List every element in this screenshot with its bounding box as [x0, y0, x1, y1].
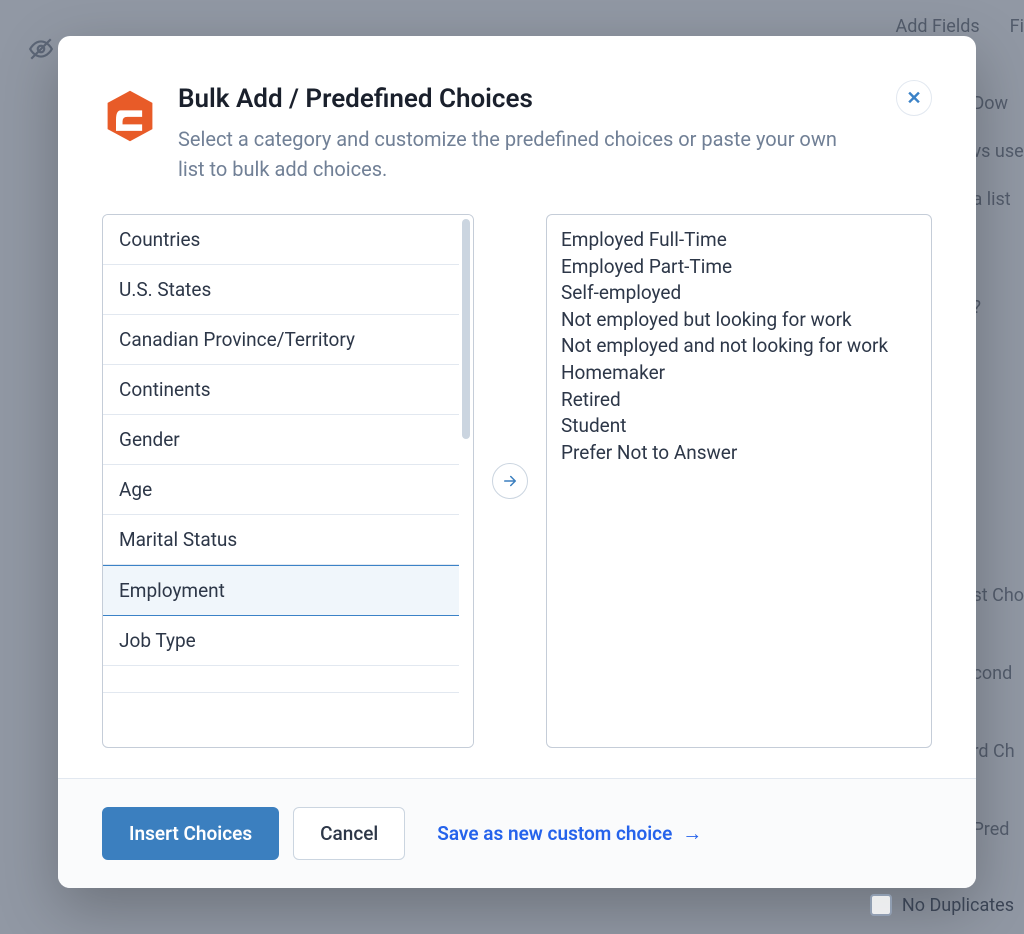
category-item[interactable]: Continents	[103, 365, 459, 415]
modal-body: CountriesU.S. StatesCanadian Province/Te…	[58, 184, 976, 778]
cancel-button[interactable]: Cancel	[293, 807, 405, 860]
category-list[interactable]: CountriesU.S. StatesCanadian Province/Te…	[103, 215, 459, 747]
category-item[interactable]: Marital Status	[103, 515, 459, 565]
save-custom-choice-link[interactable]: Save as new custom choice →	[437, 821, 702, 846]
insert-choices-button[interactable]: Insert Choices	[102, 807, 279, 860]
category-item[interactable]: Age	[103, 465, 459, 515]
close-icon: ✕	[906, 88, 921, 109]
category-list-panel: CountriesU.S. StatesCanadian Province/Te…	[102, 214, 474, 748]
category-scrollbar[interactable]	[459, 215, 473, 747]
close-button[interactable]: ✕	[896, 80, 932, 116]
category-item[interactable]	[103, 666, 459, 693]
category-item[interactable]: Gender	[103, 415, 459, 465]
bulk-add-modal: Bulk Add / Predefined Choices Select a c…	[58, 36, 976, 888]
checkbox-icon	[870, 894, 892, 916]
category-item[interactable]: Employment	[103, 565, 459, 616]
arrow-right-icon: →	[682, 821, 702, 846]
bg-no-duplicates: No Duplicates	[870, 894, 1014, 916]
modal-header: Bulk Add / Predefined Choices Select a c…	[58, 36, 976, 184]
modal-subtitle: Select a category and customize the pred…	[178, 124, 858, 184]
category-item[interactable]: Job Type	[103, 616, 459, 666]
category-item[interactable]: Canadian Province/Territory	[103, 315, 459, 365]
scrollbar-thumb[interactable]	[462, 219, 470, 439]
choices-textarea[interactable]	[546, 214, 932, 748]
arrow-right-icon	[501, 472, 519, 490]
gravity-forms-logo-icon	[102, 88, 158, 144]
modal-footer: Insert Choices Cancel Save as new custom…	[58, 778, 976, 888]
transfer-arrow-button[interactable]	[492, 463, 528, 499]
category-item[interactable]: U.S. States	[103, 265, 459, 315]
category-item[interactable]: Countries	[103, 215, 459, 265]
save-custom-label: Save as new custom choice	[437, 822, 672, 845]
modal-title: Bulk Add / Predefined Choices	[178, 84, 932, 114]
